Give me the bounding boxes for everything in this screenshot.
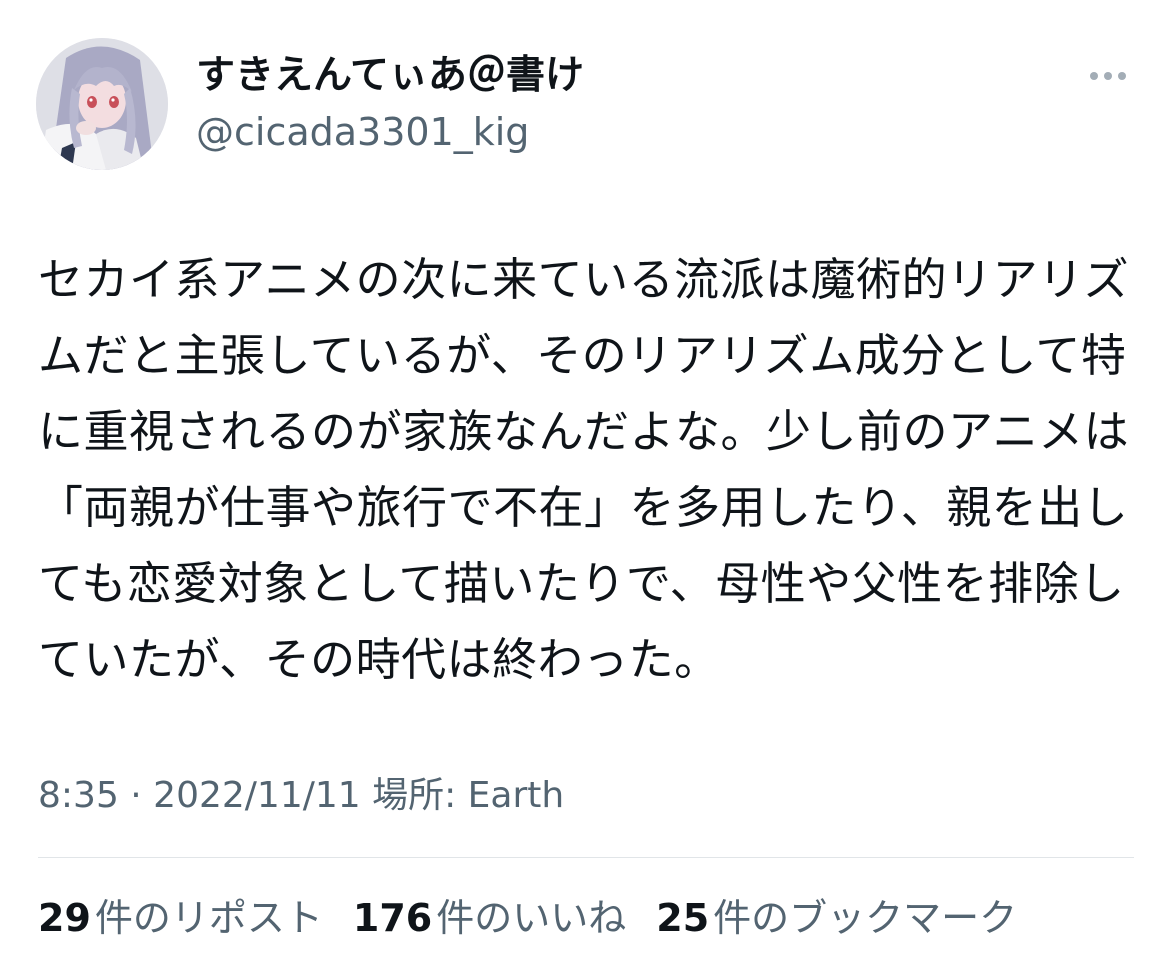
bookmark-count-label: 件のブックマーク	[713, 896, 1018, 940]
like-count[interactable]: 176 件のいいね	[353, 892, 626, 944]
divider	[38, 857, 1134, 858]
tweet-text: セカイ系アニメの次に来ている流派は魔術的リアリズムだと主張しているが、そのリアリ…	[38, 253, 1130, 686]
avatar[interactable]	[36, 38, 168, 170]
avatar-image	[36, 38, 168, 170]
repost-count[interactable]: 29 件のリポスト	[38, 892, 323, 944]
like-count-label: 件のいいね	[436, 896, 627, 940]
repost-count-number: 29	[38, 896, 91, 940]
ellipsis-icon	[1090, 72, 1098, 80]
display-name[interactable]: すきえんてぃあ＠書け	[196, 52, 584, 100]
like-count-number: 176	[352, 896, 433, 940]
repost-count-label: 件のリポスト	[94, 896, 323, 940]
tweet-stats: 29 件のリポスト 176 件のいいね 25 件のブックマーク	[38, 892, 1047, 944]
bookmark-count[interactable]: 25 件のブックマーク	[656, 892, 1017, 944]
ellipsis-icon	[1118, 72, 1126, 80]
ellipsis-icon	[1104, 72, 1112, 80]
more-options-button[interactable]	[1080, 58, 1136, 94]
bookmark-count-number: 25	[656, 896, 710, 940]
user-handle[interactable]: @cicada3301_kig	[196, 108, 529, 156]
tweet-timestamp[interactable]: 8:35 · 2022/11/11 場所: Earth	[38, 772, 564, 820]
